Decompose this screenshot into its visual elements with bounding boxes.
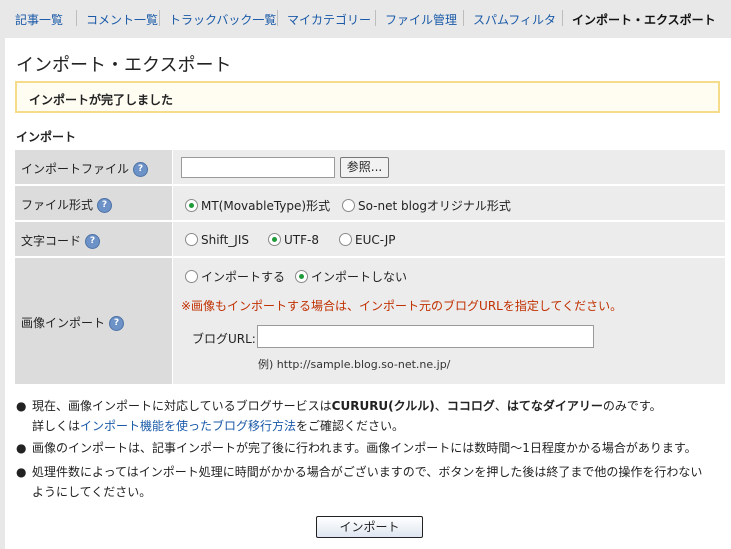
tab-spam-filter[interactable]: スパムフィルタ bbox=[473, 11, 556, 28]
note-image-timing: ● 画像のインポートは、記事インポートが完了後に行われます。画像インポートには数… bbox=[16, 438, 706, 458]
blog-migration-link[interactable]: インポート機能を使ったブログ移行方法 bbox=[80, 419, 296, 433]
success-notice: インポートが完了しました bbox=[15, 81, 720, 113]
bullet-icon: ● bbox=[16, 465, 27, 479]
service-cururu: CURURU(クルル) bbox=[331, 399, 435, 413]
encoding-radio-eucjp[interactable]: EUC-JP bbox=[339, 233, 396, 247]
encoding-radio-utf8[interactable]: UTF-8 bbox=[268, 233, 319, 247]
encoding-label: 文字コード bbox=[21, 234, 82, 248]
tab-separator bbox=[375, 10, 376, 26]
tab-separator bbox=[159, 10, 160, 26]
blog-url-input[interactable] bbox=[257, 325, 594, 348]
radio-selected-icon bbox=[185, 199, 198, 212]
tab-bar: 記事一覧 コメント一覧 トラックバック一覧 マイカテゴリー ファイル管理 スパム… bbox=[0, 0, 731, 36]
encoding-radio-sjis[interactable]: Shift_JIS bbox=[185, 233, 249, 247]
radio-selected-icon bbox=[295, 270, 308, 283]
radio-icon bbox=[339, 233, 352, 246]
radio-icon bbox=[185, 233, 198, 246]
radio-icon bbox=[342, 199, 355, 212]
browse-button[interactable]: 参照... bbox=[340, 157, 389, 178]
image-radio-no-import[interactable]: インポートしない bbox=[295, 268, 407, 285]
section-heading: インポート bbox=[16, 130, 77, 144]
blog-url-example: 例) http://sample.blog.so-net.ne.jp/ bbox=[258, 358, 451, 371]
tab-separator bbox=[76, 10, 77, 26]
image-import-warning: ※画像もインポートする場合は、インポート元のブログURLを指定してください。 bbox=[181, 299, 623, 313]
help-icon[interactable]: ? bbox=[85, 234, 101, 249]
tab-comment-list[interactable]: コメント一覧 bbox=[86, 11, 158, 28]
notice-text: インポートが完了しました bbox=[29, 93, 174, 107]
tab-separator bbox=[463, 10, 464, 26]
image-radio-import[interactable]: インポートする bbox=[185, 268, 285, 285]
note-supported-services: ● 現在、画像インポートに対応しているブログサービスはCURURU(クルル)、コ… bbox=[16, 396, 706, 436]
bullet-icon: ● bbox=[16, 441, 27, 455]
tab-separator bbox=[562, 10, 563, 26]
image-import-label: 画像インポート bbox=[21, 316, 106, 330]
format-radio-sonet[interactable]: So-net blogオリジナル形式 bbox=[342, 197, 511, 214]
tab-file-management[interactable]: ファイル管理 bbox=[385, 11, 457, 28]
tab-my-category[interactable]: マイカテゴリー bbox=[287, 11, 371, 28]
help-icon[interactable]: ? bbox=[133, 162, 149, 177]
import-file-label: インポートファイル bbox=[21, 162, 130, 176]
blog-url-label: ブログURL: bbox=[192, 332, 256, 346]
import-submit-button[interactable]: インポート bbox=[316, 516, 423, 538]
help-icon[interactable]: ? bbox=[109, 316, 125, 331]
help-icon[interactable]: ? bbox=[97, 198, 113, 213]
note-processing-time: ● 処理件数によってはインポート処理に時間がかかる場合がございますので、ボタンを… bbox=[16, 462, 706, 502]
tab-article-list[interactable]: 記事一覧 bbox=[15, 11, 63, 28]
tab-import-export[interactable]: インポート・エクスポート bbox=[572, 11, 716, 28]
tab-trackback-list[interactable]: トラックバック一覧 bbox=[169, 11, 276, 28]
service-hatena: はてなダイアリー bbox=[506, 399, 603, 413]
import-file-input[interactable] bbox=[181, 157, 335, 178]
file-format-label: ファイル形式 bbox=[21, 198, 94, 212]
radio-selected-icon bbox=[268, 233, 281, 246]
service-cocolog: ココログ bbox=[446, 399, 495, 413]
bullet-icon: ● bbox=[16, 399, 27, 413]
tab-separator bbox=[277, 10, 278, 26]
page-title: インポート・エクスポート bbox=[16, 55, 232, 76]
format-radio-mt[interactable]: MT(MovableType)形式 bbox=[185, 197, 330, 214]
radio-icon bbox=[185, 270, 198, 283]
